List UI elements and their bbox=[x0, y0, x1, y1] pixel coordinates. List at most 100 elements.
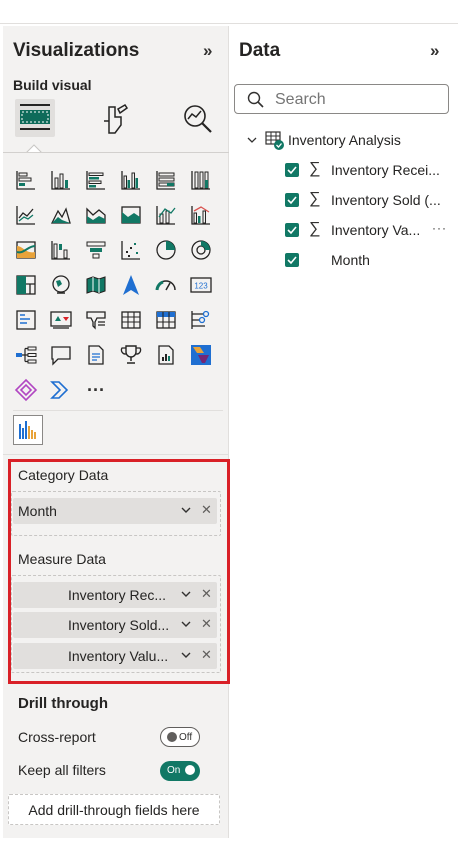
key-influencers-icon[interactable] bbox=[188, 307, 214, 333]
field-checkbox[interactable] bbox=[285, 253, 299, 267]
build-visual-label: Build visual bbox=[13, 77, 92, 93]
custom-column-visual-icon[interactable] bbox=[13, 415, 43, 445]
kpi-icon[interactable] bbox=[48, 307, 74, 333]
top-strip bbox=[0, 0, 458, 24]
goals-trophy-icon[interactable] bbox=[118, 342, 144, 368]
measure-data-title: Measure Data bbox=[18, 551, 106, 567]
category-data-title: Category Data bbox=[18, 467, 109, 483]
keep-all-filters-state: On bbox=[167, 765, 181, 776]
clustered-column-chart-icon[interactable] bbox=[118, 167, 144, 193]
ribbon-chart-icon[interactable] bbox=[13, 237, 39, 263]
tab-divider bbox=[3, 152, 229, 153]
collapse-data-icon[interactable]: » bbox=[430, 41, 440, 61]
smart-narrative-icon[interactable] bbox=[83, 342, 109, 368]
category-field-label: Month bbox=[18, 503, 57, 519]
cross-report-toggle[interactable]: Off bbox=[160, 727, 200, 747]
build-visual-tab[interactable] bbox=[15, 99, 55, 137]
field-row[interactable]: ∑ Inventory Recei... bbox=[285, 158, 455, 182]
filled-map-icon[interactable] bbox=[83, 272, 109, 298]
stacked-bar-chart-icon[interactable] bbox=[13, 167, 39, 193]
measure-field-pill[interactable]: Inventory Rec... ✕ bbox=[13, 582, 217, 608]
magnify-chart-icon bbox=[184, 105, 212, 133]
matrix-icon[interactable] bbox=[153, 307, 179, 333]
search-icon bbox=[247, 91, 264, 108]
table-icon bbox=[265, 131, 284, 150]
table-icon[interactable] bbox=[118, 307, 144, 333]
svg-text:123: 123 bbox=[194, 282, 208, 291]
chevron-down-icon[interactable] bbox=[179, 648, 193, 662]
100pct-stacked-column-chart-icon[interactable] bbox=[188, 167, 214, 193]
power-apps-icon[interactable] bbox=[188, 342, 214, 368]
measure-field-label: Inventory Rec... bbox=[68, 587, 167, 603]
data-pane: Data » Inventory Analysis ∑ Inventory Re… bbox=[230, 26, 458, 838]
paintbrush-icon bbox=[104, 104, 129, 134]
multi-row-card-icon[interactable] bbox=[13, 307, 39, 333]
waterfall-chart-icon[interactable] bbox=[48, 237, 74, 263]
keep-all-filters-toggle[interactable]: On bbox=[160, 761, 200, 781]
decomposition-tree-icon[interactable] bbox=[13, 342, 39, 368]
cross-report-label: Cross-report bbox=[18, 729, 96, 745]
gauge-icon[interactable] bbox=[153, 272, 179, 298]
toggle-knob bbox=[185, 765, 195, 775]
field-checkbox[interactable] bbox=[285, 223, 299, 237]
field-row[interactable]: ∑ Inventory Sold (... bbox=[285, 188, 455, 212]
keep-all-filters-label: Keep all filters bbox=[18, 762, 106, 778]
more-options-icon[interactable]: ··· bbox=[432, 221, 447, 235]
format-visual-tab[interactable] bbox=[99, 102, 133, 136]
measure-field-pill[interactable]: Inventory Valu... ✕ bbox=[13, 643, 217, 669]
remove-field-icon[interactable]: ✕ bbox=[201, 647, 212, 663]
100pct-stacked-area-chart-icon[interactable] bbox=[118, 202, 144, 228]
100pct-stacked-bar-chart-icon[interactable] bbox=[153, 167, 179, 193]
pie-chart-icon[interactable] bbox=[153, 237, 179, 263]
search-box[interactable] bbox=[234, 84, 449, 114]
card-icon[interactable]: 123 bbox=[188, 272, 214, 298]
treemap-icon[interactable] bbox=[13, 272, 39, 298]
visualizations-pane: Visualizations » Build visual 123 ··· Dr… bbox=[3, 26, 229, 838]
chart-fields-icon bbox=[20, 104, 50, 130]
visualizations-title: Visualizations bbox=[13, 40, 140, 61]
area-chart-icon[interactable] bbox=[48, 202, 74, 228]
stacked-column-chart-icon[interactable] bbox=[48, 167, 74, 193]
power-automate-icon[interactable] bbox=[13, 377, 39, 403]
qa-icon[interactable] bbox=[48, 342, 74, 368]
search-input[interactable] bbox=[275, 89, 435, 111]
collapse-visualizations-icon[interactable]: » bbox=[203, 41, 213, 61]
field-label: Inventory Recei... bbox=[331, 162, 440, 178]
map-icon[interactable] bbox=[48, 272, 74, 298]
slicer-icon[interactable] bbox=[83, 307, 109, 333]
field-row[interactable]: Month bbox=[285, 248, 455, 272]
field-checkbox[interactable] bbox=[285, 163, 299, 177]
remove-field-icon[interactable]: ✕ bbox=[201, 616, 212, 632]
chevron-down-icon[interactable] bbox=[179, 617, 193, 631]
toggle-knob bbox=[167, 732, 177, 742]
stacked-area-chart-icon[interactable] bbox=[83, 202, 109, 228]
power-automate-flow-icon[interactable] bbox=[48, 377, 74, 403]
custom-visuals-divider bbox=[13, 410, 223, 411]
clustered-bar-chart-icon[interactable] bbox=[83, 167, 109, 193]
paginated-report-icon[interactable] bbox=[153, 342, 179, 368]
drill-through-title: Drill through bbox=[18, 695, 108, 712]
line-and-clustered-column-chart-icon[interactable] bbox=[188, 202, 214, 228]
add-drill-through-fields-dropzone[interactable]: Add drill-through fields here bbox=[8, 794, 220, 825]
category-field-pill[interactable]: Month ✕ bbox=[13, 498, 217, 524]
wells-divider bbox=[3, 454, 229, 455]
funnel-icon[interactable] bbox=[83, 237, 109, 263]
scatter-chart-icon[interactable] bbox=[118, 237, 144, 263]
table-name: Inventory Analysis bbox=[288, 132, 401, 148]
analytics-tab[interactable] bbox=[181, 102, 215, 136]
chevron-down-icon[interactable] bbox=[179, 587, 193, 601]
field-checkbox[interactable] bbox=[285, 193, 299, 207]
chevron-down-icon[interactable] bbox=[179, 503, 193, 517]
more-visuals-icon[interactable]: ··· bbox=[83, 377, 109, 403]
line-chart-icon[interactable] bbox=[13, 202, 39, 228]
azure-map-icon[interactable] bbox=[118, 272, 144, 298]
donut-chart-icon[interactable] bbox=[188, 237, 214, 263]
data-title: Data bbox=[239, 40, 281, 61]
remove-field-icon[interactable]: ✕ bbox=[201, 502, 212, 518]
sigma-icon: ∑ bbox=[309, 190, 321, 207]
measure-field-pill[interactable]: Inventory Sold... ✕ bbox=[13, 612, 217, 638]
remove-field-icon[interactable]: ✕ bbox=[201, 586, 212, 602]
field-row[interactable]: ∑ Inventory Va... ··· bbox=[285, 218, 455, 242]
chevron-down-icon[interactable] bbox=[246, 134, 258, 146]
line-and-stacked-column-chart-icon[interactable] bbox=[153, 202, 179, 228]
